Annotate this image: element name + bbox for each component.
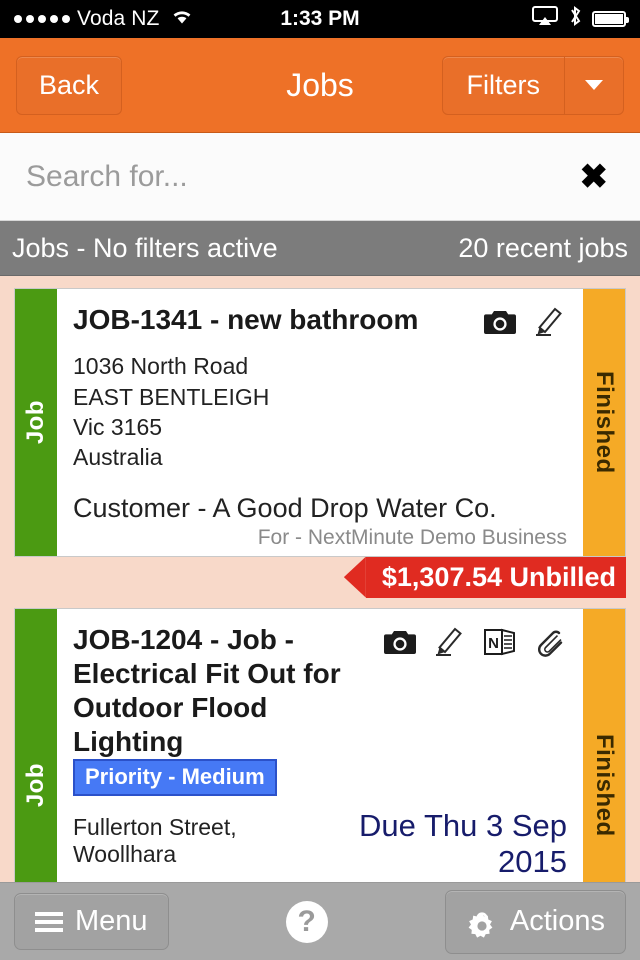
job-detail-row: Fullerton Street, Woollhara Due Thu 3 Se… [73,808,567,879]
recent-jobs-count: 20 recent jobs [458,232,628,263]
filters-dropdown-button[interactable] [565,57,623,114]
job-address: 1036 North Road EAST BENTLEIGH Vic 3165 … [73,353,270,471]
gear-icon [466,902,498,942]
chevron-down-icon [585,80,603,90]
navigation-bar-right: Filters [441,55,624,115]
bluetooth-icon [568,5,582,33]
battery-icon [592,11,629,27]
menu-button[interactable]: Menu [14,893,169,950]
job-due-date: Due Thu 3 Sep 2015 [359,808,567,879]
job-card[interactable]: Job JOB-1341 - new bathroom 1036 North R… [14,288,626,557]
toolbar-center: ? [169,900,445,943]
status-bar: Voda NZ 1:33 PM [0,0,640,38]
job-status-tab: Finished [583,608,625,882]
search-bar: ✖ [0,133,640,221]
job-type-tab: Job [15,608,57,882]
job-status-tab: Finished [583,289,625,556]
paperclip-icon[interactable] [533,627,567,657]
list-item[interactable]: Job JOB-1341 - new bathroom 1036 North R… [14,288,626,598]
job-card[interactable]: Job JOB-1204 - Job - Electrical Fit Out … [14,607,626,882]
search-input[interactable] [26,159,574,194]
unbilled-row: $1,307.54 Unbilled [14,556,626,598]
menu-button-label: Menu [75,905,148,937]
camera-icon[interactable] [383,627,417,657]
job-type-tab: Job [15,289,57,556]
note-icon[interactable]: N [483,627,517,657]
airplay-icon [532,6,558,32]
back-button[interactable]: Back [16,55,123,115]
close-icon[interactable]: ✖ [574,156,615,198]
actions-button[interactable]: Actions [444,889,626,954]
list-item[interactable]: Job JOB-1204 - Job - Electrical Fit Out … [14,607,626,882]
carrier-label: Voda NZ [77,7,160,30]
job-action-icons: N [383,623,567,657]
camera-icon[interactable] [483,307,517,337]
pencil-icon[interactable] [533,307,567,337]
job-card-body[interactable]: JOB-1204 - Job - Electrical Fit Out for … [57,608,583,882]
filters-split-button: Filters [441,55,624,115]
job-customer: Customer - A Good Drop Water Co. [73,492,497,523]
hamburger-icon [35,911,63,932]
status-bar-left: Voda NZ [14,7,194,31]
priority-badge: Priority - Medium [73,759,277,797]
signal-strength-icon [14,15,70,23]
job-card-body[interactable]: JOB-1341 - new bathroom 1036 North Road [57,289,583,556]
filters-button[interactable]: Filters [443,57,565,114]
job-card-header: JOB-1341 - new bathroom [73,303,567,337]
job-title: JOB-1341 - new bathroom [73,304,419,335]
navigation-bar: Back Jobs Filters [0,38,640,133]
job-business: For - NextMinute Demo Business [257,525,567,549]
actions-button-label: Actions [509,905,605,937]
job-card-header: JOB-1204 - Job - Electrical Fit Out for … [73,623,567,797]
svg-text:N: N [488,635,499,652]
app-screen: Voda NZ 1:33 PM Back Jobs Filters Search… [0,0,640,960]
wifi-icon [170,7,194,31]
status-bar-right [532,5,629,33]
list-section-header: Jobs - No filters active 20 recent jobs [0,221,640,276]
unbilled-badge: $1,307.54 Unbilled [365,556,626,598]
job-action-icons [483,303,567,337]
filter-status-label: Jobs - No filters active [12,232,278,263]
help-icon[interactable]: ? [285,900,328,943]
pencil-icon[interactable] [433,627,467,657]
bottom-toolbar: Menu ? Actions [0,882,640,960]
jobs-list[interactable]: Job JOB-1341 - new bathroom 1036 North R… [0,276,640,882]
job-address: Fullerton Street, Woollhara [73,814,237,868]
job-title-text: JOB-1204 - Job - Electrical Fit Out for … [73,623,341,758]
job-title: JOB-1204 - Job - Electrical Fit Out for … [73,623,373,797]
